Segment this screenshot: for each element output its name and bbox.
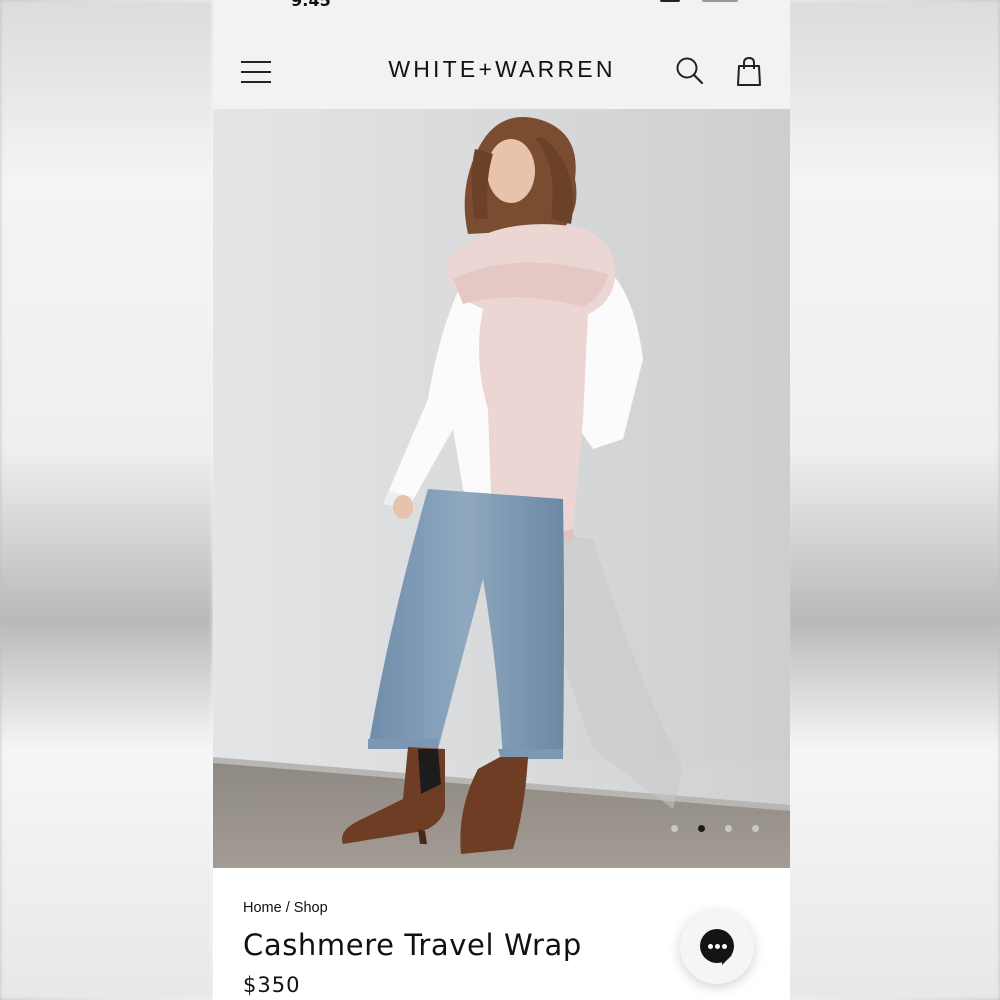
product-title: Cashmere Travel Wrap <box>243 928 582 962</box>
background-left <box>0 0 213 1000</box>
battery-icon <box>702 0 738 2</box>
chat-button[interactable] <box>680 910 754 984</box>
search-icon[interactable] <box>675 56 705 86</box>
status-time: 9:45 <box>291 0 331 10</box>
status-bar: 9:45 <box>213 0 790 10</box>
brand-logo[interactable]: WHITE+WARREN <box>381 56 623 83</box>
breadcrumb-shop[interactable]: Shop <box>294 900 328 916</box>
product-hero-image[interactable] <box>213 109 790 868</box>
breadcrumb-separator: / <box>285 900 290 916</box>
product-info: Home / Shop Cashmere Travel Wrap $350 <box>213 868 790 1000</box>
carousel-dots <box>671 825 759 832</box>
status-icons <box>660 0 738 2</box>
phone-screen: 9:45 WHITE+WARREN Home / Shop Cashmere T… <box>213 0 790 1000</box>
carousel-dot[interactable] <box>671 825 678 832</box>
breadcrumb: Home / Shop <box>243 900 328 916</box>
hamburger-menu-icon[interactable] <box>241 58 273 86</box>
carousel-dot[interactable] <box>725 825 732 832</box>
model-photo <box>213 109 790 868</box>
signal-icon <box>660 0 680 2</box>
carousel-dot-active[interactable] <box>698 825 705 832</box>
product-price: $350 <box>243 973 301 997</box>
carousel-dot[interactable] <box>752 825 759 832</box>
background-right <box>787 0 1000 1000</box>
breadcrumb-home[interactable]: Home <box>243 900 282 916</box>
shopping-bag-icon[interactable] <box>735 56 763 88</box>
site-header: WHITE+WARREN <box>213 10 790 109</box>
